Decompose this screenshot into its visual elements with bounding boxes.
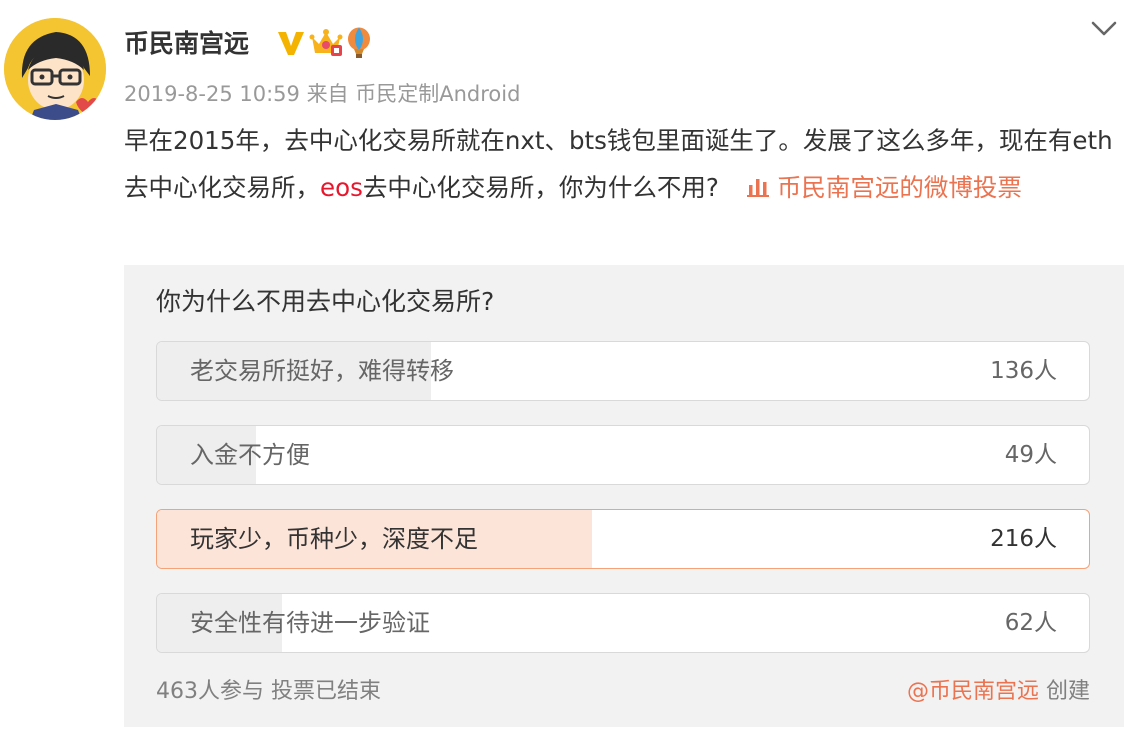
- post-meta: 2019-8-25 10:59 来自 币民定制Android: [124, 79, 520, 109]
- poll-option-label: 安全性有待进一步验证: [190, 609, 430, 637]
- vote-link[interactable]: 币民南宫远的微博投票: [719, 173, 1022, 202]
- poll-status: 投票已结束: [271, 679, 382, 704]
- verified-v-icon[interactable]: [276, 29, 306, 61]
- poll-creator-suffix: 创建: [1045, 679, 1090, 704]
- poll-option[interactable]: 入金不方便 49人: [156, 425, 1090, 485]
- post-timestamp[interactable]: 2019-8-25 10:59: [124, 82, 300, 106]
- poll-creator-link[interactable]: @币民南宫远: [907, 679, 1039, 704]
- author-badges: [276, 27, 372, 63]
- post-text-part2: 去中心化交易所，你为什么不用?: [362, 173, 719, 202]
- post-text: 早在2015年，去中心化交易所就在nxt、bts钱包里面诞生了。发展了这么多年，…: [124, 117, 1114, 213]
- poll-card: 你为什么不用去中心化交易所? 老交易所挺好，难得转移 136人 入金不方便 49…: [124, 265, 1124, 727]
- author-name[interactable]: 币民南宫远: [124, 28, 249, 60]
- poll-option[interactable]: 安全性有待进一步验证 62人: [156, 593, 1090, 653]
- post-text-highlight: eos: [320, 173, 363, 202]
- cartoon-avatar-icon: [4, 18, 106, 120]
- poll-footer-creator: @币民南宫远 创建: [907, 675, 1090, 709]
- post-source[interactable]: 币民定制Android: [355, 82, 520, 106]
- from-label: 来自: [306, 82, 349, 106]
- poll-participants: 463人参与: [156, 679, 264, 704]
- poll-footer-status: 463人参与 投票已结束: [156, 675, 381, 709]
- poll-option[interactable]: 玩家少，币种少，深度不足 216人: [156, 509, 1090, 569]
- balloon-icon[interactable]: [346, 27, 372, 63]
- poll-chart-icon: [746, 166, 769, 213]
- poll-option-label: 入金不方便: [190, 441, 310, 469]
- poll-option[interactable]: 老交易所挺好，难得转移 136人: [156, 341, 1090, 401]
- vote-link-label: 币民南宫远的微博投票: [776, 173, 1022, 202]
- poll-option-count: 62人: [1004, 610, 1057, 636]
- poll-option-count: 49人: [1004, 442, 1057, 468]
- poll-option-label: 玩家少，币种少，深度不足: [190, 525, 478, 553]
- avatar[interactable]: [4, 18, 106, 120]
- poll-option-count: 216人: [990, 526, 1057, 552]
- poll-option-count: 136人: [990, 358, 1057, 384]
- chevron-down-icon[interactable]: [1087, 14, 1121, 44]
- vip-crown-icon[interactable]: [309, 27, 343, 63]
- poll-option-label: 老交易所挺好，难得转移: [190, 357, 454, 385]
- poll-question: 你为什么不用去中心化交易所?: [156, 287, 495, 316]
